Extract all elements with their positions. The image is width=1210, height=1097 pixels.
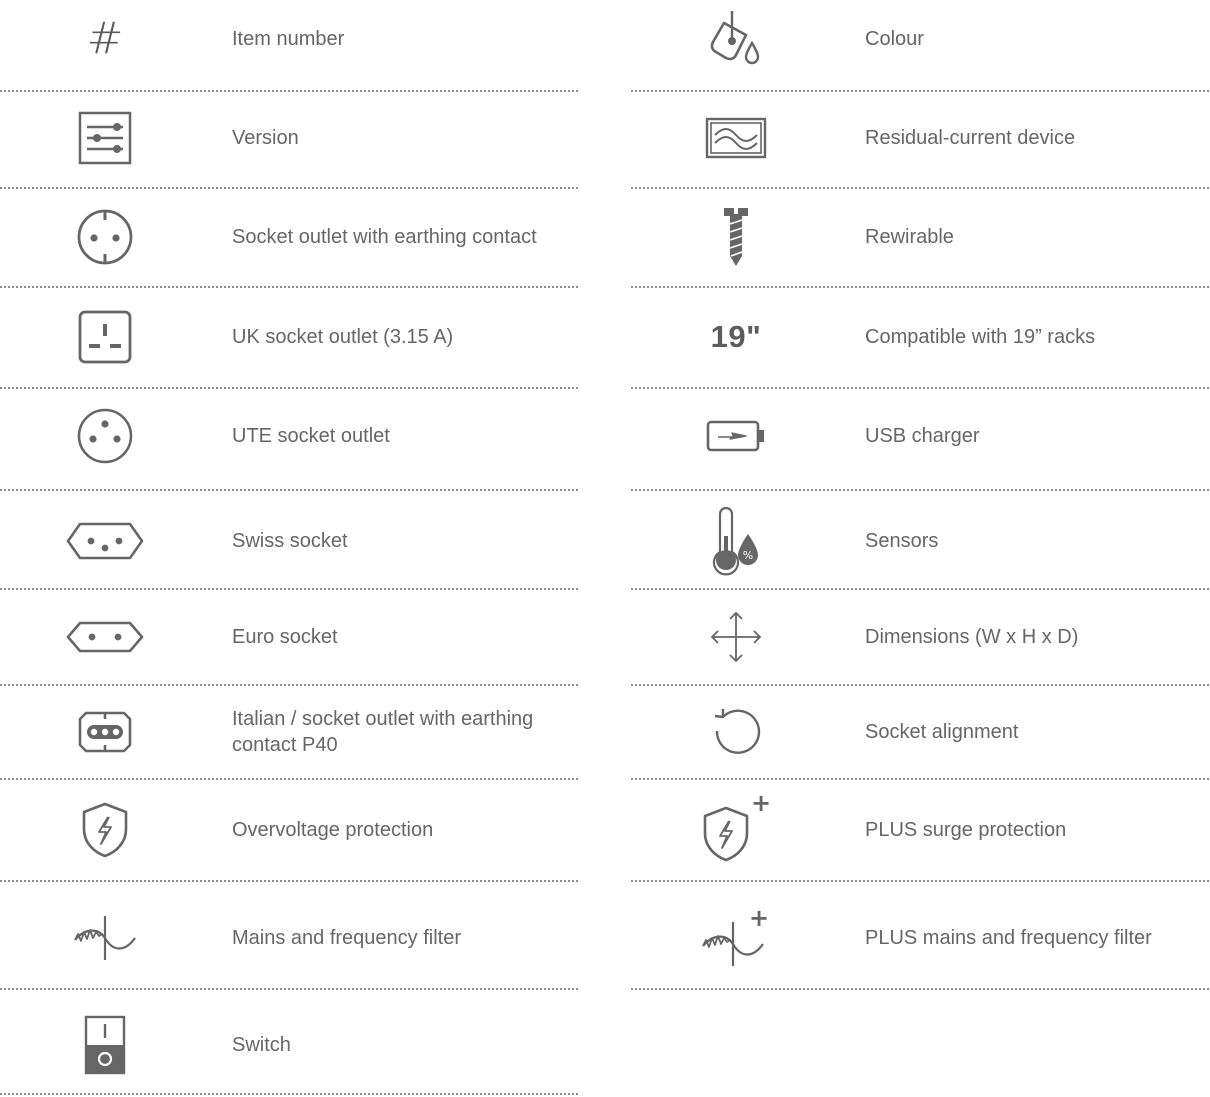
rotate-icon <box>631 690 841 774</box>
legend-label: USB charger <box>865 425 980 447</box>
paint-bucket-icon <box>631 0 841 78</box>
row-separator <box>631 778 1209 780</box>
row-separator <box>631 90 1209 92</box>
legend-label: Swiss socket <box>232 530 348 552</box>
move-arrows-icon <box>631 594 841 680</box>
legend-label: Residual-current device <box>865 127 1076 149</box>
legend-label: Overvoltage protection <box>232 819 434 841</box>
euro-socket-icon <box>0 594 210 680</box>
row-separator <box>631 387 1209 389</box>
filter-wave-plus-icon: + <box>631 886 841 990</box>
legend-label: Compatible with 19” racks <box>865 326 1096 348</box>
row-separator <box>0 684 578 686</box>
svg-text:%: % <box>743 549 753 562</box>
row-separator <box>631 489 1209 491</box>
battery-charging-icon <box>631 392 841 480</box>
legend-label: Socket outlet with earthing contact <box>232 226 537 248</box>
shield-lightning-plus-icon: + <box>631 784 841 876</box>
filter-wave-icon <box>0 886 210 990</box>
row-separator <box>0 286 578 288</box>
row-separator <box>631 187 1209 189</box>
legend-label: Mains and frequency filter <box>232 927 462 949</box>
row-separator <box>631 988 1209 990</box>
screw-icon <box>631 194 841 280</box>
svg-text:+: + <box>749 904 769 932</box>
uk-socket-icon <box>0 292 210 382</box>
row-separator <box>0 489 578 491</box>
legend-label: PLUS surge protection <box>865 819 1067 841</box>
switch-icon <box>0 996 210 1094</box>
legend-label: Sensors <box>865 530 939 552</box>
legend-label: PLUS mains and frequency filter <box>865 927 1152 949</box>
svg-text:+: + <box>751 789 771 817</box>
legend-label: Item number <box>232 28 345 50</box>
legend-label: UTE socket outlet <box>232 425 390 447</box>
legend-label: Version <box>232 127 299 149</box>
legend-label: Dimensions (W x H x D) <box>865 626 1079 648</box>
thermometer-humidity-icon: % <box>631 496 841 586</box>
row-separator <box>631 286 1209 288</box>
swiss-socket-icon <box>0 496 210 586</box>
legend-label: Colour <box>865 28 924 50</box>
row-separator <box>0 778 578 780</box>
row-separator <box>0 880 578 882</box>
rack-19-icon: 19" <box>710 319 762 354</box>
row-separator <box>631 588 1209 590</box>
row-separator <box>631 684 1209 686</box>
ute-socket-icon <box>0 392 210 480</box>
italian-socket-icon <box>0 690 210 774</box>
row-separator <box>0 1093 578 1095</box>
row-separator <box>0 90 578 92</box>
row-separator <box>0 187 578 189</box>
hash-icon: # <box>86 13 124 64</box>
legend-label: Socket alignment <box>865 721 1019 743</box>
shield-lightning-icon <box>0 784 210 876</box>
legend-label: Rewirable <box>865 226 954 248</box>
legend-label: Switch <box>232 1034 291 1056</box>
legend-label: Euro socket <box>232 626 338 648</box>
row-separator <box>631 880 1209 882</box>
legend-label: Italian / socket outlet with earthing co… <box>232 708 534 756</box>
sliders-icon <box>0 96 210 180</box>
legend-label: UK socket outlet (3.15 A) <box>232 326 454 348</box>
rcd-wave-icon <box>631 96 841 180</box>
row-separator <box>0 387 578 389</box>
schuko-socket-icon <box>0 194 210 280</box>
row-separator <box>0 988 578 990</box>
row-separator <box>0 588 578 590</box>
